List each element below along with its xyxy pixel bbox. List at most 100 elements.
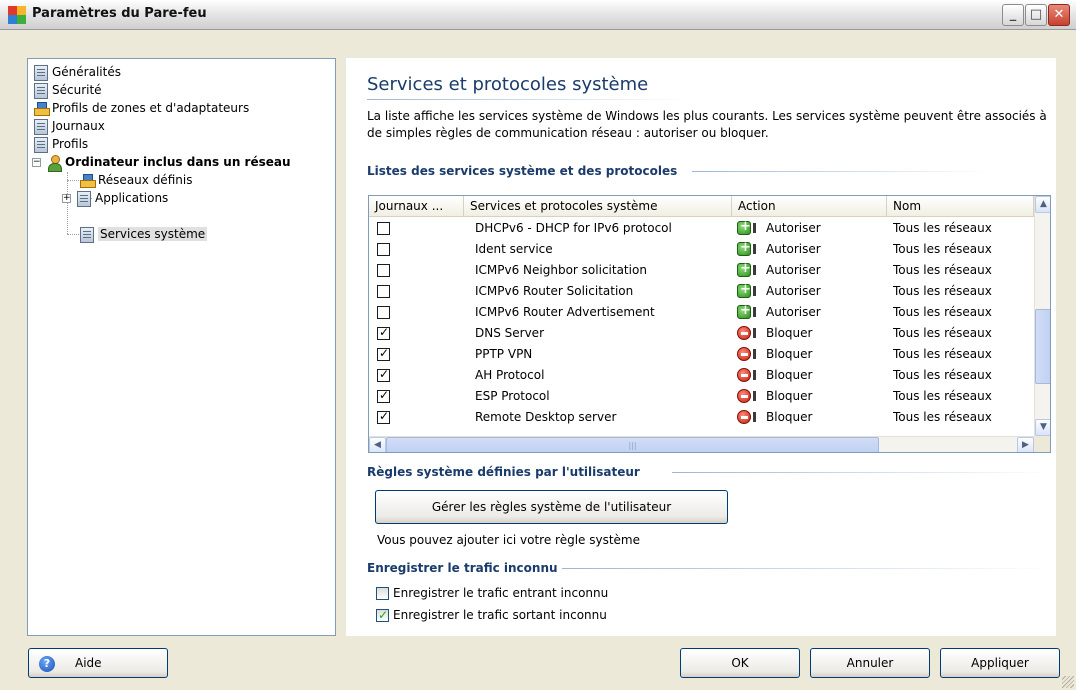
maximize-button[interactable]: □	[1025, 4, 1047, 26]
settings-tree[interactable]: Généralités Sécurité Profils de zones et…	[27, 58, 336, 636]
service-name: Remote Desktop server	[475, 410, 617, 424]
tree-connector	[67, 180, 79, 181]
help-button[interactable]: ? Aide	[28, 648, 168, 678]
log-checkbox[interactable]	[377, 325, 390, 340]
action-icon-tail	[753, 349, 756, 359]
action-value[interactable]: Bloquer	[766, 323, 884, 344]
minimize-button[interactable]: _	[1002, 4, 1024, 26]
section-divider	[672, 472, 1052, 473]
action-value[interactable]: Bloquer	[766, 365, 884, 386]
action-value[interactable]: Autoriser	[766, 218, 884, 239]
column-header-nom[interactable]: Nom	[887, 196, 1034, 217]
allow-icon	[737, 282, 751, 298]
page-description: La liste affiche les services système de…	[367, 109, 1047, 140]
block-icon	[737, 347, 751, 361]
log-checkbox[interactable]	[377, 409, 390, 424]
tree-item-label: Ordinateur inclus dans un réseau	[65, 155, 291, 169]
tree-item-generalites[interactable]: Généralités	[34, 63, 121, 81]
column-header-action[interactable]: Action	[732, 196, 887, 217]
action-value[interactable]: Bloquer	[766, 407, 884, 428]
document-icon	[80, 226, 94, 243]
close-button[interactable]: ✕	[1048, 4, 1070, 26]
manage-user-rules-button[interactable]: Gérer les règles système de l'utilisateu…	[375, 490, 728, 524]
title-bar[interactable]: Paramètres du Pare-feu _ □ ✕	[0, 0, 1076, 30]
table-row[interactable]: PPTP VPN Bloquer Tous les réseaux	[369, 344, 1034, 365]
log-checkbox[interactable]	[377, 388, 390, 403]
section-divider	[692, 171, 992, 172]
table-row[interactable]: Ident service Autoriser Tous les réseaux	[369, 239, 1034, 260]
tree-item-ordinateur-reseau[interactable]: − Ordinateur inclus dans un réseau	[32, 153, 291, 172]
log-checkbox[interactable]	[377, 346, 390, 361]
table-row[interactable]: AH Protocol Bloquer Tous les réseaux	[369, 365, 1034, 386]
table-row[interactable]: ESP Protocol Bloquer Tous les réseaux	[369, 386, 1034, 407]
table-row[interactable]: DNS Server Bloquer Tous les réseaux	[369, 323, 1034, 344]
action-value[interactable]: Bloquer	[766, 344, 884, 365]
column-header-services[interactable]: Services et protocoles système	[464, 196, 732, 217]
log-checkbox[interactable]	[377, 264, 390, 277]
tree-connector	[67, 234, 79, 235]
apply-button[interactable]: Appliquer	[940, 648, 1060, 678]
option-label: Enregistrer le trafic sortant inconnu	[393, 608, 607, 622]
table-row[interactable]: ICMPv6 Router Solicitation Autoriser Tous …	[369, 281, 1034, 302]
scroll-left-button[interactable]: ◀	[369, 437, 386, 452]
resize-grip[interactable]	[1062, 676, 1074, 688]
table-row[interactable]: DHCPv6 - DHCP for IPv6 protocol Autoriser…	[369, 218, 1034, 239]
log-checkbox[interactable]	[377, 222, 390, 235]
table-row[interactable]: ICMPv6 Router Advertisement Autoriser Tous…	[369, 302, 1034, 323]
table-row[interactable]: ICMPv6 Neighbor solicitation Autoriser Tou…	[369, 260, 1034, 281]
tree-item-journaux[interactable]: Journaux	[34, 117, 105, 135]
unknown-traffic-heading: Enregistrer le trafic inconnu	[367, 561, 558, 575]
log-unknown-incoming-checkbox[interactable]	[376, 587, 389, 600]
action-value[interactable]: Bloquer	[766, 386, 884, 407]
tree-item-applications[interactable]: + Applications	[62, 189, 168, 207]
log-unknown-outgoing-checkbox[interactable]	[376, 607, 389, 623]
tree-item-profils-zones[interactable]: Profils de zones et d'adaptateurs	[34, 99, 249, 117]
column-header-journaux[interactable]: Journaux ...	[369, 196, 464, 217]
action-value[interactable]: Autoriser	[766, 239, 884, 260]
user-rules-hint: Vous pouvez ajouter ici votre règle syst…	[377, 533, 640, 547]
cancel-button[interactable]: Annuler	[810, 648, 930, 678]
network-name: Tous les réseaux	[893, 305, 992, 319]
log-unknown-incoming-option[interactable]: Enregistrer le trafic entrant inconnu	[376, 585, 608, 601]
scroll-up-button[interactable]: ▲	[1035, 196, 1050, 213]
service-name: ESP Protocol	[475, 389, 550, 403]
action-icon-tail	[753, 391, 756, 401]
horizontal-scrollbar[interactable]: ◀ ||| ▶	[369, 436, 1034, 452]
network-name: Tous les réseaux	[893, 242, 992, 256]
tree-item-services-systeme[interactable]: Services système	[80, 225, 208, 243]
help-icon: ?	[39, 655, 55, 672]
ok-button[interactable]: OK	[680, 648, 800, 678]
action-icon-tail	[753, 328, 756, 338]
horizontal-scroll-thumb[interactable]: |||	[386, 437, 879, 452]
tree-item-label: Applications	[95, 191, 169, 205]
scroll-down-button[interactable]: ▼	[1035, 419, 1050, 436]
network-icon	[34, 101, 50, 117]
log-checkbox[interactable]	[377, 306, 390, 319]
action-value[interactable]: Autoriser	[766, 260, 884, 281]
tree-item-label: Profils de zones et d'adaptateurs	[52, 101, 250, 115]
table-row[interactable]: Remote Desktop server Bloquer Tous les rés…	[369, 407, 1034, 428]
action-value[interactable]: Autoriser	[766, 302, 884, 323]
allow-icon	[737, 219, 751, 235]
tree-item-reseaux-definis[interactable]: Réseaux définis	[80, 171, 192, 189]
log-checkbox[interactable]	[377, 367, 390, 382]
action-icon-tail	[753, 307, 756, 317]
document-icon	[34, 64, 48, 81]
expand-toggle[interactable]: +	[62, 194, 71, 203]
log-checkbox[interactable]	[377, 285, 390, 298]
log-checkbox[interactable]	[377, 243, 390, 256]
page-title: Services et protocoles système	[367, 74, 649, 95]
tree-item-securite[interactable]: Sécurité	[34, 81, 102, 99]
avg-logo-icon	[8, 6, 26, 24]
services-list-heading: Listes des services système et des proto…	[367, 164, 678, 178]
services-table[interactable]: Journaux ... Services et protocoles syst…	[368, 195, 1051, 453]
collapse-toggle[interactable]: −	[32, 158, 41, 167]
action-value[interactable]: Autoriser	[766, 281, 884, 302]
document-icon	[34, 118, 48, 135]
document-icon	[34, 136, 48, 153]
log-unknown-outgoing-option[interactable]: Enregistrer le trafic sortant inconnu	[376, 607, 607, 623]
tree-item-profils[interactable]: Profils	[34, 135, 88, 153]
vertical-scrollbar[interactable]: ▲ ▼	[1034, 196, 1050, 436]
scroll-right-button[interactable]: ▶	[1017, 437, 1034, 452]
vertical-scroll-thumb[interactable]	[1035, 309, 1050, 384]
